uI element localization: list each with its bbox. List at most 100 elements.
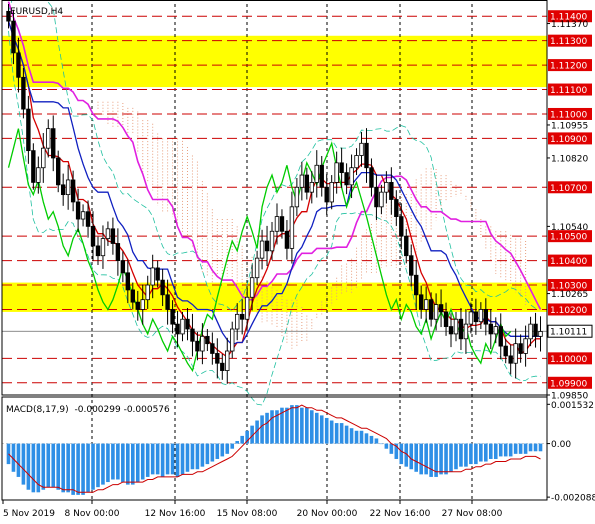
- macd-bar: [305, 407, 309, 444]
- macd-y-tick-label: 0.00: [551, 440, 571, 450]
- candle-body: [215, 353, 220, 364]
- candle-body: [339, 162, 344, 174]
- candle-body: [259, 240, 265, 259]
- macd-bar: [369, 435, 374, 444]
- candle-body: [185, 318, 190, 330]
- candle-body: [538, 331, 543, 337]
- macd-bar: [533, 443, 538, 452]
- candle-body: [453, 318, 459, 335]
- candle-body: [473, 311, 479, 323]
- macd-bar: [444, 443, 448, 475]
- candle-body: [90, 225, 96, 247]
- y-tick-label: 1.10955: [551, 121, 588, 131]
- candle-body: [404, 235, 409, 257]
- candle-body: [279, 216, 285, 232]
- candle-body: [513, 343, 518, 364]
- macd-bar: [21, 443, 26, 485]
- macd-bar: [324, 417, 329, 444]
- candle-body: [389, 181, 394, 200]
- candle-body: [483, 309, 489, 325]
- macd-bar: [145, 443, 150, 477]
- candle-body: [503, 345, 508, 357]
- candle-body: [264, 240, 270, 252]
- candle-body: [120, 260, 126, 274]
- chart-svg: 1.114001.113001.112001.111001.110001.109…: [0, 0, 595, 524]
- macd-bar: [503, 443, 508, 457]
- macd-bar: [135, 443, 140, 483]
- candle-body: [11, 20, 16, 54]
- macd-bar: [160, 443, 165, 477]
- macd-bar: [170, 443, 175, 475]
- highlight-zone: [2, 35, 547, 88]
- macd-bar: [474, 443, 478, 465]
- macd-bar: [76, 443, 80, 495]
- level-label: 1.10500: [550, 233, 587, 243]
- candle-body: [448, 326, 454, 335]
- candle-body: [115, 243, 121, 261]
- macd-bar: [200, 443, 205, 467]
- candle-body: [175, 323, 180, 335]
- candle-body: [46, 128, 51, 149]
- candle-body: [65, 179, 71, 196]
- macd-bar: [454, 443, 458, 470]
- macd-bar: [523, 443, 528, 454]
- candle-body: [334, 162, 339, 183]
- candle-body: [508, 355, 513, 364]
- macd-bar: [389, 443, 394, 454]
- candle-body: [324, 186, 329, 203]
- y-tick-label: 1.10820: [551, 154, 588, 164]
- macd-bar: [235, 441, 240, 444]
- macd-bar: [339, 423, 344, 444]
- candle-body: [349, 167, 354, 186]
- candle-body: [364, 142, 369, 169]
- candle-body: [230, 328, 235, 352]
- macd-bar: [185, 443, 190, 472]
- macd-bar: [469, 443, 473, 465]
- candle-body: [379, 191, 384, 208]
- candle-body: [105, 228, 111, 239]
- level-label: 1.10900: [550, 135, 587, 145]
- candle-body: [423, 299, 429, 310]
- macd-bar: [349, 428, 354, 444]
- candle-body: [289, 206, 295, 249]
- macd-bar: [16, 443, 21, 477]
- macd-bar: [329, 420, 334, 444]
- candle-body: [493, 326, 498, 335]
- macd-bar: [86, 443, 90, 493]
- candle-body: [21, 76, 26, 110]
- candle-body: [409, 255, 414, 276]
- macd-bar: [26, 443, 31, 490]
- macd-bar: [180, 443, 185, 475]
- candle-body: [150, 267, 155, 286]
- candle-body: [458, 318, 464, 340]
- candle-body: [344, 172, 349, 186]
- macd-bar: [459, 443, 463, 467]
- candle-body: [210, 343, 215, 354]
- macd-bar: [215, 443, 220, 459]
- candle-body: [180, 318, 185, 335]
- candle-body: [369, 167, 374, 188]
- macd-bar: [414, 443, 419, 472]
- macd-bar: [364, 433, 369, 444]
- macd-bar: [265, 412, 269, 444]
- candle-body: [433, 304, 439, 320]
- macd-bar: [319, 415, 324, 444]
- candle-body: [239, 313, 245, 320]
- candle-body: [498, 326, 503, 347]
- candle-body: [75, 201, 81, 220]
- candle-body: [225, 350, 230, 371]
- macd-bar: [230, 443, 235, 449]
- macd-bar: [205, 443, 210, 465]
- macd-bar: [379, 443, 384, 445]
- macd-bar: [61, 443, 65, 493]
- candle-body: [85, 211, 91, 227]
- candle-body: [165, 294, 170, 310]
- x-tick-label: 27 Nov 08:00: [442, 509, 503, 519]
- candle-body: [309, 181, 314, 193]
- candle-body: [359, 142, 364, 156]
- macd-bar: [140, 443, 145, 480]
- macd-bar: [334, 423, 339, 444]
- chart-title: EURUSD,H4: [10, 7, 63, 17]
- candle-body: [70, 179, 76, 203]
- candle-body: [533, 323, 538, 337]
